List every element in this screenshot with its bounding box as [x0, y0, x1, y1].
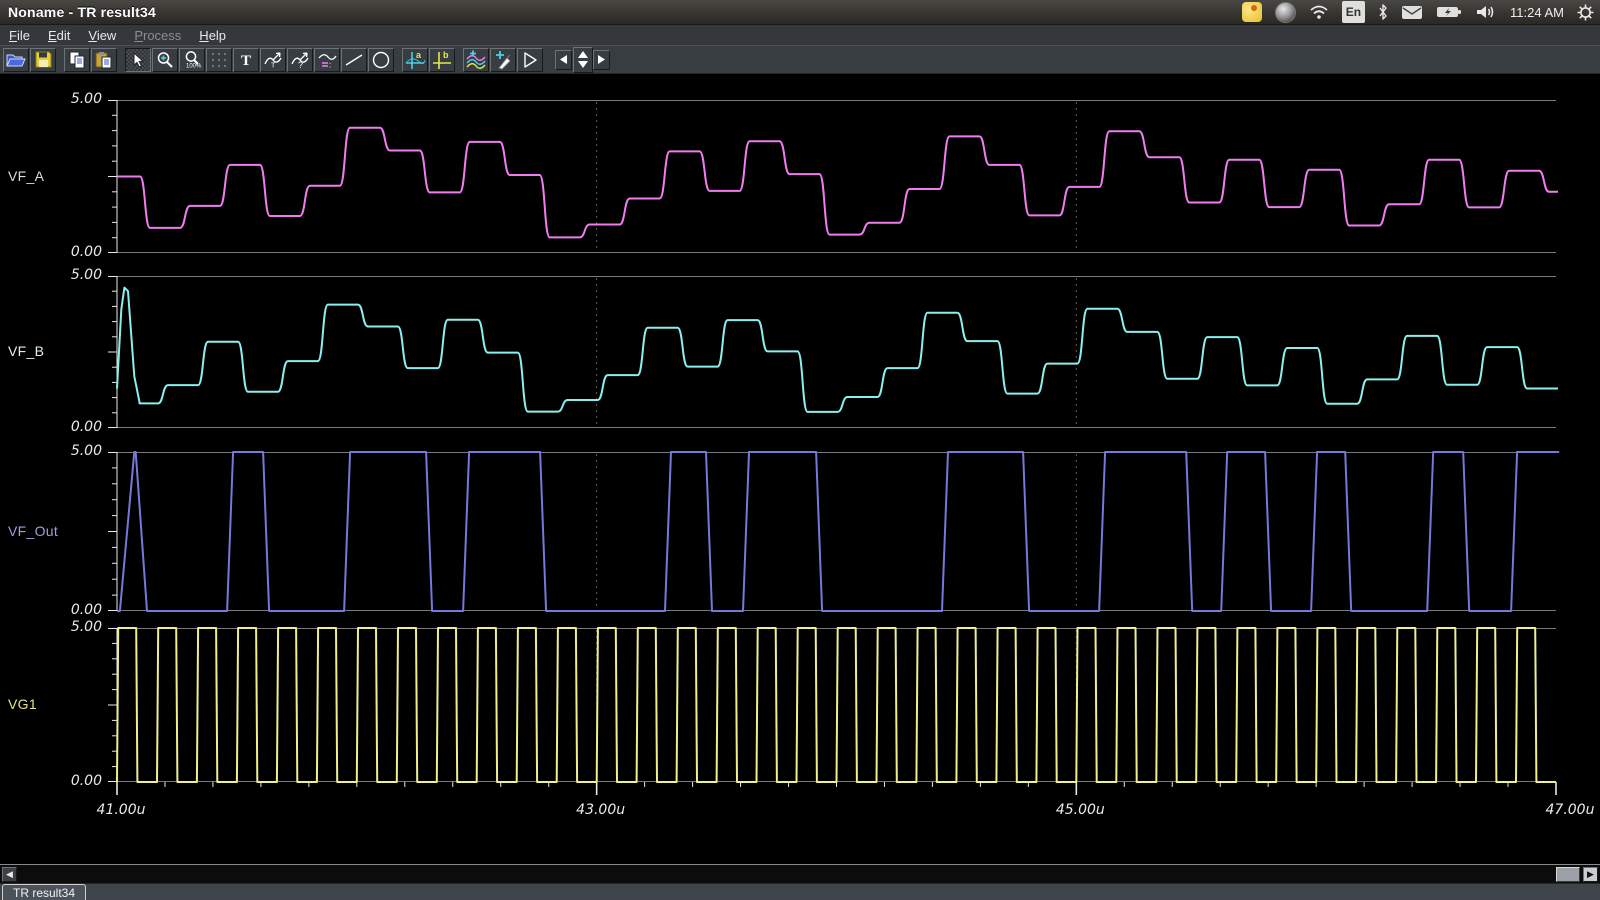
curve-legend-button[interactable]: :: [314, 48, 340, 72]
cursor-b-button[interactable]: b: [429, 48, 455, 72]
y-tick-label: 0.00: [50, 602, 102, 618]
title-bar: Noname - TR result34 En 11:24 AM: [0, 0, 1600, 25]
scrollbar-thumb[interactable]: [1556, 867, 1580, 882]
mail-icon[interactable]: [1401, 2, 1423, 22]
x-tick-label: 47.00u: [1546, 802, 1595, 818]
nav-right-button[interactable]: [593, 50, 610, 70]
menu-view[interactable]: View: [79, 27, 125, 44]
menu-bar: File Edit View Process Help: [0, 25, 1600, 45]
menu-edit[interactable]: Edit: [39, 27, 79, 44]
wifi-icon[interactable]: [1309, 2, 1329, 22]
play-button[interactable]: [517, 48, 543, 72]
trace-vf_out: [117, 452, 1558, 611]
channel-label: VF_Out: [8, 523, 58, 539]
select-cursor-button[interactable]: [125, 48, 151, 72]
y-tick-label: 5.00: [50, 267, 102, 283]
nav-spinner[interactable]: [573, 47, 593, 73]
clock[interactable]: 11:24 AM: [1510, 2, 1564, 22]
paste-button[interactable]: [91, 48, 117, 72]
x-tick-label: 45.00u: [1056, 802, 1105, 818]
channel-label: VG1: [8, 696, 37, 712]
messaging-app-icon[interactable]: [1242, 2, 1262, 22]
svg-text:T: T: [241, 53, 251, 67]
y-tick-label: 5.00: [50, 443, 102, 459]
x-tick-label: 41.00u: [97, 802, 146, 818]
y-tick-label: 0.00: [50, 244, 102, 260]
draw-line-button[interactable]: [341, 48, 367, 72]
x-axis: 41.00u 43.00u 45.00u 47.00u: [0, 782, 1600, 827]
svg-text:?: ?: [298, 60, 303, 68]
copy-button[interactable]: [64, 48, 90, 72]
text-tool-button[interactable]: T: [233, 48, 259, 72]
draw-ellipse-button[interactable]: [368, 48, 394, 72]
svg-text:T: T: [271, 63, 276, 69]
nav-left-button[interactable]: [555, 50, 572, 70]
save-button[interactable]: [30, 48, 56, 72]
bluetooth-icon[interactable]: [1378, 2, 1388, 22]
y-tick-label: 5.00: [50, 91, 102, 107]
menu-help[interactable]: Help: [190, 27, 235, 44]
add-curves-button[interactable]: [463, 48, 489, 72]
export-curve-button[interactable]: T: [260, 48, 286, 72]
trace-vg1: [117, 628, 1556, 782]
session-gear-icon[interactable]: [1577, 2, 1594, 22]
menu-process: Process: [125, 27, 190, 44]
battery-icon[interactable]: [1436, 2, 1462, 22]
zoom-out-100-button[interactable]: 100%: [179, 48, 205, 72]
window-title: Noname - TR result34: [8, 4, 156, 20]
svg-text::: :: [329, 61, 331, 69]
grid-button[interactable]: [206, 48, 232, 72]
x-tick-label: 43.00u: [576, 802, 625, 818]
svg-text:b: b: [443, 50, 449, 60]
svg-text:100%: 100%: [186, 64, 202, 70]
toolbar: 100% T T ? :: [0, 45, 1600, 74]
panel-vf_b: VF_B5.000.00: [0, 276, 1600, 428]
scroll-right-button[interactable]: ▶: [1583, 867, 1598, 882]
open-button[interactable]: [3, 48, 29, 72]
system-tray: En 11:24 AM: [1242, 0, 1594, 24]
horizontal-scrollbar[interactable]: ◀ ▶: [0, 864, 1600, 884]
keyboard-layout-indicator[interactable]: En: [1342, 1, 1365, 23]
application-window: Noname - TR result34 En 11:24 AM: [0, 0, 1600, 900]
curve-help-button[interactable]: ?: [287, 48, 313, 72]
y-tick-label: 0.00: [50, 419, 102, 435]
panel-vf_out: VF_Out5.000.00: [0, 452, 1600, 611]
result-tab-bar: TR result34: [0, 883, 1600, 900]
trace-vf_a: [117, 128, 1558, 238]
panel-vf_a: VF_A5.000.00: [0, 100, 1600, 253]
session-sphere-icon[interactable]: [1275, 2, 1296, 23]
add-picker-button[interactable]: [490, 48, 516, 72]
channel-label: VF_B: [8, 343, 44, 359]
trace-navigator: [555, 47, 611, 73]
svg-text:a: a: [416, 50, 422, 60]
channel-label: VF_A: [8, 168, 44, 184]
cursor-a-button[interactable]: a: [402, 48, 428, 72]
tab-tr-result34[interactable]: TR result34: [2, 884, 86, 900]
panel-vg1: VG15.000.00: [0, 628, 1600, 782]
scroll-left-button[interactable]: ◀: [2, 867, 17, 882]
zoom-in-button[interactable]: [152, 48, 178, 72]
waveform-plot-area: Time (s) VF_A5.000.00VF_B5.000.00VF_Out5…: [0, 74, 1600, 862]
trace-vf_b: [117, 288, 1558, 412]
menu-file[interactable]: File: [0, 27, 39, 44]
volume-icon[interactable]: [1475, 2, 1497, 22]
y-tick-label: 5.00: [50, 619, 102, 635]
